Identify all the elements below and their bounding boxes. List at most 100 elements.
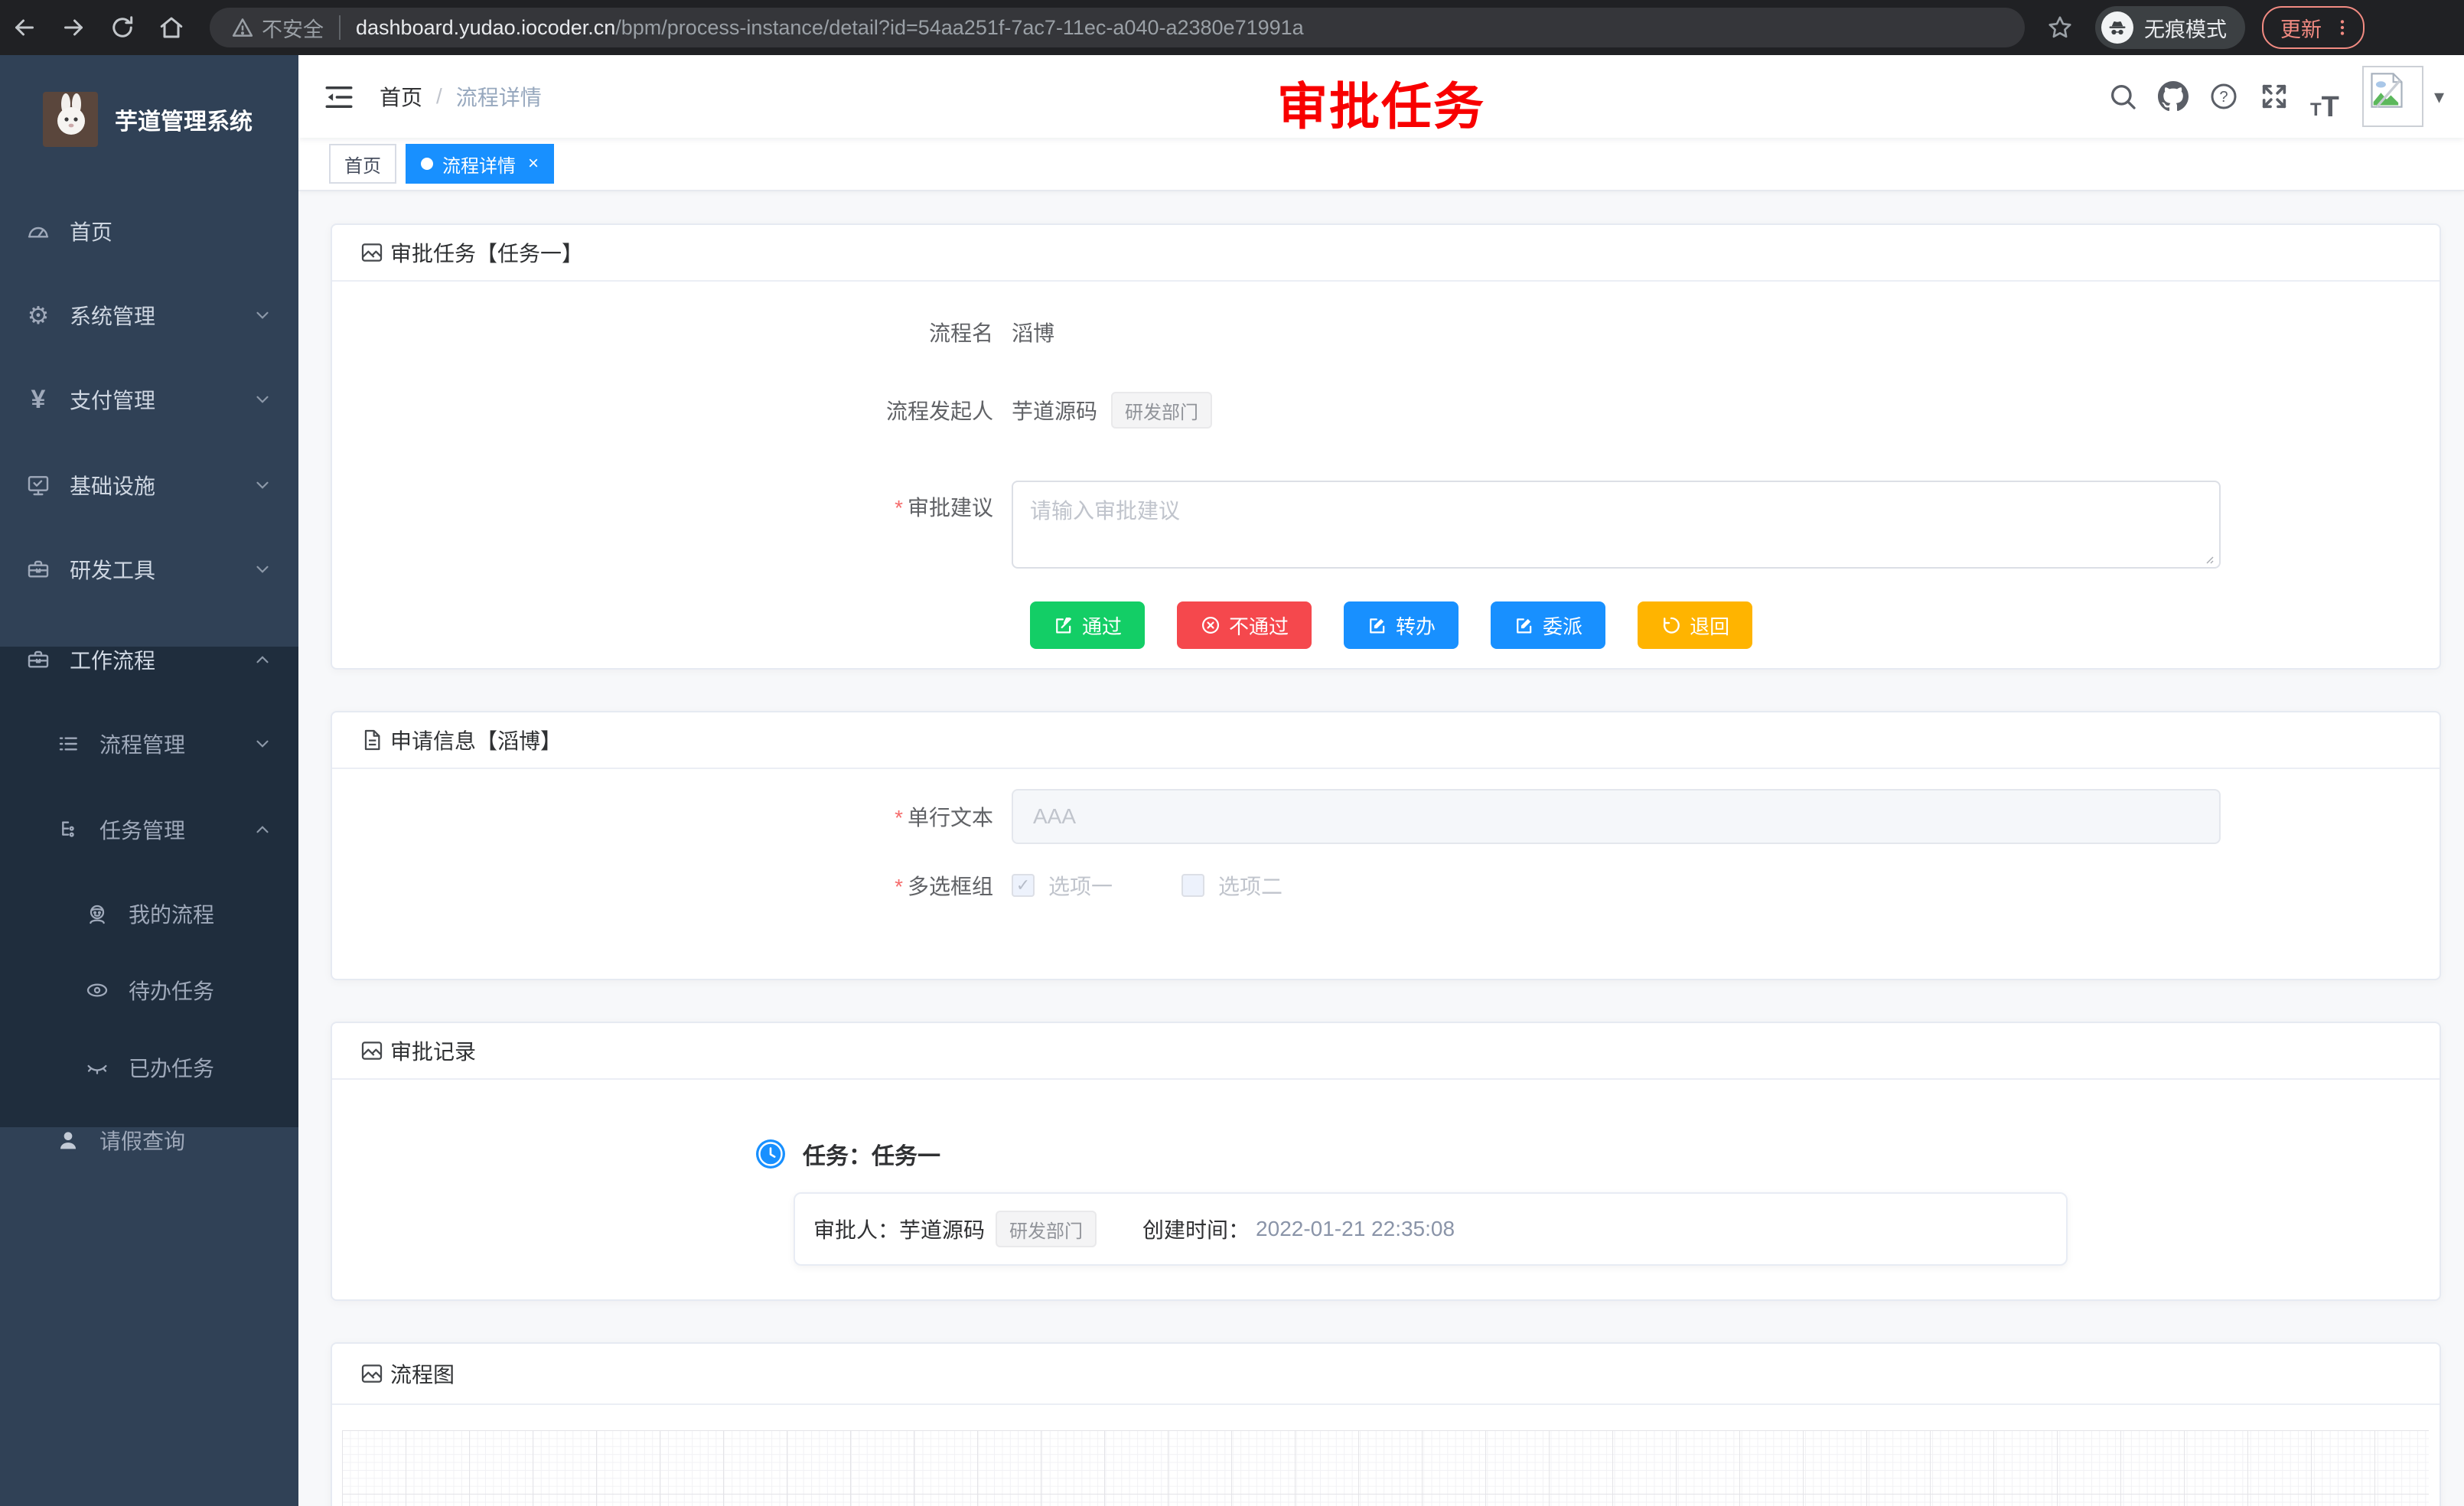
url-host[interactable]: dashboard.yudao.iocoder.cn xyxy=(356,16,615,40)
tree-icon xyxy=(55,817,81,843)
initiator-dept-tag: 研发部门 xyxy=(1111,392,1212,429)
edit-icon xyxy=(1514,614,1535,636)
picture-icon xyxy=(360,1361,384,1386)
tags-view-bar: 首页 流程详情 × xyxy=(298,138,2464,191)
search-icon[interactable] xyxy=(2097,71,2148,122)
sidebar-item-label: 研发工具 xyxy=(70,554,155,585)
sidebar-item-label: 基础设施 xyxy=(70,470,155,500)
checkbox-checked-icon: ✓ xyxy=(1012,874,1035,897)
record-item[interactable]: 审批人： 芋道源码 研发部门 创建时间： 2022-01-21 22:35:08 xyxy=(794,1192,2068,1266)
browser-reload-icon[interactable] xyxy=(98,3,147,52)
github-icon[interactable] xyxy=(2148,71,2198,122)
picture-icon xyxy=(360,1038,384,1063)
bpmn-diagram-canvas[interactable] xyxy=(342,1430,2429,1506)
tab-close-icon[interactable]: × xyxy=(528,155,539,173)
sidebar-item-process-management[interactable]: 流程管理 xyxy=(0,719,298,768)
required-marker: * xyxy=(895,496,903,520)
suggestion-label: *审批建议 xyxy=(332,481,1012,522)
sidebar-item-workflow[interactable]: 工作流程 xyxy=(0,635,298,684)
font-size-icon[interactable]: TT xyxy=(2299,71,2350,122)
screen: 不安全 dashboard.yudao.iocoder.cn /bpm/proc… xyxy=(0,0,2464,1506)
delegate-button[interactable]: 委派 xyxy=(1491,601,1605,649)
single-text-row: *单行文本 xyxy=(332,789,2440,844)
timeline-task-row: 任务：任务一 xyxy=(332,1137,2440,1171)
security-label[interactable]: 不安全 xyxy=(262,13,324,43)
approver-label: 审批人： xyxy=(813,1214,899,1244)
sidebar-item-todo-tasks[interactable]: 待办任务 xyxy=(0,966,298,1015)
page-content: 审批任务【任务一】 流程名 滔博 流程发起人 芋道源码 研发部门 xyxy=(298,191,2464,1506)
tab-process-detail[interactable]: 流程详情 × xyxy=(406,144,554,184)
chevron-down-icon xyxy=(253,390,272,409)
url-path[interactable]: /bpm/process-instance/detail?id=54aa251f… xyxy=(615,16,1303,40)
approval-task-card: 审批任务【任务一】 流程名 滔博 流程发起人 芋道源码 研发部门 xyxy=(331,223,2441,670)
suggestion-row: *审批建议 xyxy=(332,481,2440,572)
yen-icon: ¥ xyxy=(25,386,51,412)
textarea-resize-handle[interactable] xyxy=(2202,553,2215,565)
breadcrumb-home[interactable]: 首页 xyxy=(380,81,422,112)
app-logo-image xyxy=(43,92,98,147)
card-title: 申请信息【滔博】 xyxy=(390,725,562,755)
sidebar-collapse-icon[interactable] xyxy=(323,81,355,112)
sidebar-item-my-process[interactable]: 我的流程 xyxy=(0,889,298,938)
reject-button[interactable]: 不通过 xyxy=(1177,601,1312,649)
browser-menu-icon[interactable] xyxy=(2332,18,2352,37)
help-icon[interactable]: ? xyxy=(2198,71,2249,122)
sidebar-item-payment[interactable]: ¥ 支付管理 xyxy=(0,375,298,424)
checkbox-group-row: *多选框组 ✓ 选项一 选项二 xyxy=(332,870,2440,901)
main-area: 首页 / 流程详情 审批任务 ? TT ▾ 首页 xyxy=(298,55,2464,1506)
avatar[interactable] xyxy=(2362,66,2423,127)
monitor-icon xyxy=(25,472,51,498)
address-bar[interactable]: 不安全 dashboard.yudao.iocoder.cn /bpm/proc… xyxy=(210,8,2025,47)
process-diagram-card: 流程图 xyxy=(331,1342,2441,1506)
sidebar-item-infrastructure[interactable]: 基础设施 xyxy=(0,461,298,510)
suggestion-textarea[interactable] xyxy=(1012,481,2221,569)
user-icon xyxy=(55,1127,81,1153)
approver-dept-tag: 研发部门 xyxy=(996,1211,1097,1247)
chevron-down-icon xyxy=(253,305,272,325)
checkbox-label: 选项二 xyxy=(1218,870,1283,901)
edit-icon xyxy=(1367,614,1388,636)
browser-update-button[interactable]: 更新 xyxy=(2262,6,2365,49)
breadcrumb-current: 流程详情 xyxy=(456,81,542,112)
initiator-row: 流程发起人 芋道源码 研发部门 xyxy=(332,383,2440,438)
incognito-icon xyxy=(2101,11,2133,44)
approver-value: 芋道源码 xyxy=(899,1214,985,1244)
not-secure-warning-icon xyxy=(231,16,254,39)
sidebar-logo[interactable]: 芋道管理系统 xyxy=(0,77,298,162)
approve-button[interactable]: 通过 xyxy=(1030,601,1145,649)
tab-label: 首页 xyxy=(344,151,381,178)
sidebar-item-label: 已办任务 xyxy=(129,1052,214,1083)
browser-forward-icon[interactable] xyxy=(49,3,98,52)
browser-back-icon[interactable] xyxy=(0,3,49,52)
checkbox-group-label: *多选框组 xyxy=(332,870,1012,901)
initiator-value: 芋道源码 xyxy=(1012,395,1097,425)
single-text-input xyxy=(1012,789,2221,844)
update-label[interactable]: 更新 xyxy=(2280,13,2322,43)
chevron-up-icon xyxy=(253,820,272,839)
sidebar-item-home[interactable]: 首页 xyxy=(0,207,298,256)
avatar-caret-icon[interactable]: ▾ xyxy=(2434,85,2444,109)
sidebar-item-leave-query[interactable]: 请假查询 xyxy=(0,1116,298,1165)
sidebar-item-label: 系统管理 xyxy=(70,300,155,331)
sidebar-item-task-management[interactable]: 任务管理 xyxy=(0,805,298,854)
list-icon xyxy=(55,731,81,757)
bookmark-star-icon[interactable] xyxy=(2045,12,2075,43)
breadcrumb-separator: / xyxy=(436,84,442,109)
sidebar-item-label: 流程管理 xyxy=(99,729,185,759)
sidebar-item-system[interactable]: ⚙ 系统管理 xyxy=(0,291,298,340)
chevron-down-icon xyxy=(253,734,272,754)
transfer-button[interactable]: 转办 xyxy=(1344,601,1459,649)
browser-home-icon[interactable] xyxy=(147,3,196,52)
card-header: 流程图 xyxy=(332,1344,2440,1405)
sidebar-item-dev-tools[interactable]: 研发工具 xyxy=(0,545,298,594)
eye-closed-icon xyxy=(84,1055,110,1081)
sidebar-item-done-tasks[interactable]: 已办任务 xyxy=(0,1043,298,1092)
checkbox-label: 选项一 xyxy=(1048,870,1113,901)
card-header: 审批任务【任务一】 xyxy=(332,225,2440,282)
tab-home[interactable]: 首页 xyxy=(329,144,396,184)
approval-record-card: 审批记录 任务：任务一 审批人： 芋道源码 研发部门 创建时间： 2022-01… xyxy=(331,1022,2441,1301)
gear-icon: ⚙ xyxy=(25,302,51,328)
fullscreen-icon[interactable] xyxy=(2249,71,2299,122)
create-time-label: 创建时间： xyxy=(1142,1214,1250,1244)
return-button[interactable]: 退回 xyxy=(1638,601,1752,649)
